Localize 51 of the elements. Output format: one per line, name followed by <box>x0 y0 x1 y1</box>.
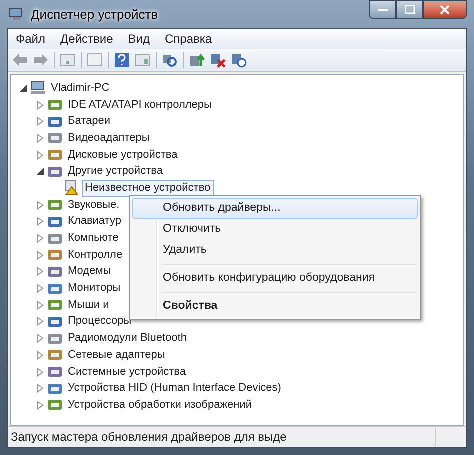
tree-item[interactable]: Мыши и <box>65 296 112 314</box>
minimize-button[interactable] <box>369 0 396 19</box>
tree-item[interactable]: Мониторы <box>65 280 124 298</box>
tree-item[interactable]: IDE ATA/ATAPI контроллеры <box>65 96 215 114</box>
tree-item[interactable]: Радиомодули Bluetooth <box>65 330 190 348</box>
tree-item[interactable]: Модемы <box>65 263 114 280</box>
tree-item[interactable]: Компьюте <box>65 230 122 248</box>
tree-item[interactable]: Устройства HID (Human Interface Devices) <box>65 380 284 398</box>
menu-item[interactable]: Справка <box>165 32 212 46</box>
tree-item[interactable]: Системные устройства <box>65 364 190 381</box>
window-icon[interactable] <box>135 53 151 67</box>
window-title: Диспетчер устройств <box>31 6 158 22</box>
status-text: Запуск мастера обновления драйверов для выде <box>10 430 287 444</box>
tree-item[interactable]: Vladimir-PC <box>48 80 113 97</box>
minimize-icon <box>378 8 388 12</box>
expander-icon[interactable] <box>36 167 45 176</box>
menu-item[interactable]: Вид <box>128 32 150 46</box>
context-menu-item[interactable]: Отключить <box>132 219 418 240</box>
tree-item[interactable]: Устройства обработки изображений <box>65 396 256 414</box>
maximize-button[interactable] <box>396 0 423 19</box>
forward-icon[interactable] <box>33 53 49 67</box>
computer-icon <box>30 80 46 96</box>
window-icon[interactable] <box>60 53 76 67</box>
menu-item[interactable]: Файл <box>16 32 46 46</box>
scan-icon[interactable] <box>162 52 178 68</box>
tree-item[interactable]: Сетевые адаптеры <box>65 346 168 364</box>
page-icon[interactable] <box>87 53 103 67</box>
context-menu-item[interactable]: Обновить драйверы... <box>132 198 418 219</box>
back-icon[interactable] <box>12 53 28 67</box>
tree-item[interactable]: Дисковые устройства <box>65 146 181 164</box>
tree-item[interactable]: Контролле <box>65 246 126 264</box>
tree-item[interactable]: Другие устройства <box>65 163 166 180</box>
tree-item[interactable]: Неизвестное устройство <box>82 180 214 197</box>
device-manager-icon <box>9 7 25 21</box>
context-menu-item[interactable]: Удалить <box>132 240 418 261</box>
remove-icon[interactable] <box>210 52 226 68</box>
context-menu-item[interactable]: Обновить конфигурацию оборудования <box>132 268 418 289</box>
tree-item[interactable]: Процессоры <box>65 313 135 330</box>
tree-item[interactable]: Звуковые, <box>65 196 123 214</box>
close-button[interactable] <box>423 0 467 19</box>
rollback-icon[interactable] <box>231 52 247 68</box>
tree-item[interactable]: Клавиатур <box>65 213 124 230</box>
maximize-icon <box>404 5 414 14</box>
tree-item[interactable]: Батареи <box>65 113 114 130</box>
close-icon <box>440 4 450 14</box>
menu-item[interactable]: Действие <box>60 32 114 46</box>
context-menu-item[interactable]: Свойства <box>132 296 418 317</box>
tree-item[interactable]: Видеоадаптеры <box>65 130 153 147</box>
update-icon[interactable] <box>189 52 205 68</box>
help-icon[interactable] <box>114 52 130 68</box>
expander-icon[interactable] <box>19 84 28 93</box>
